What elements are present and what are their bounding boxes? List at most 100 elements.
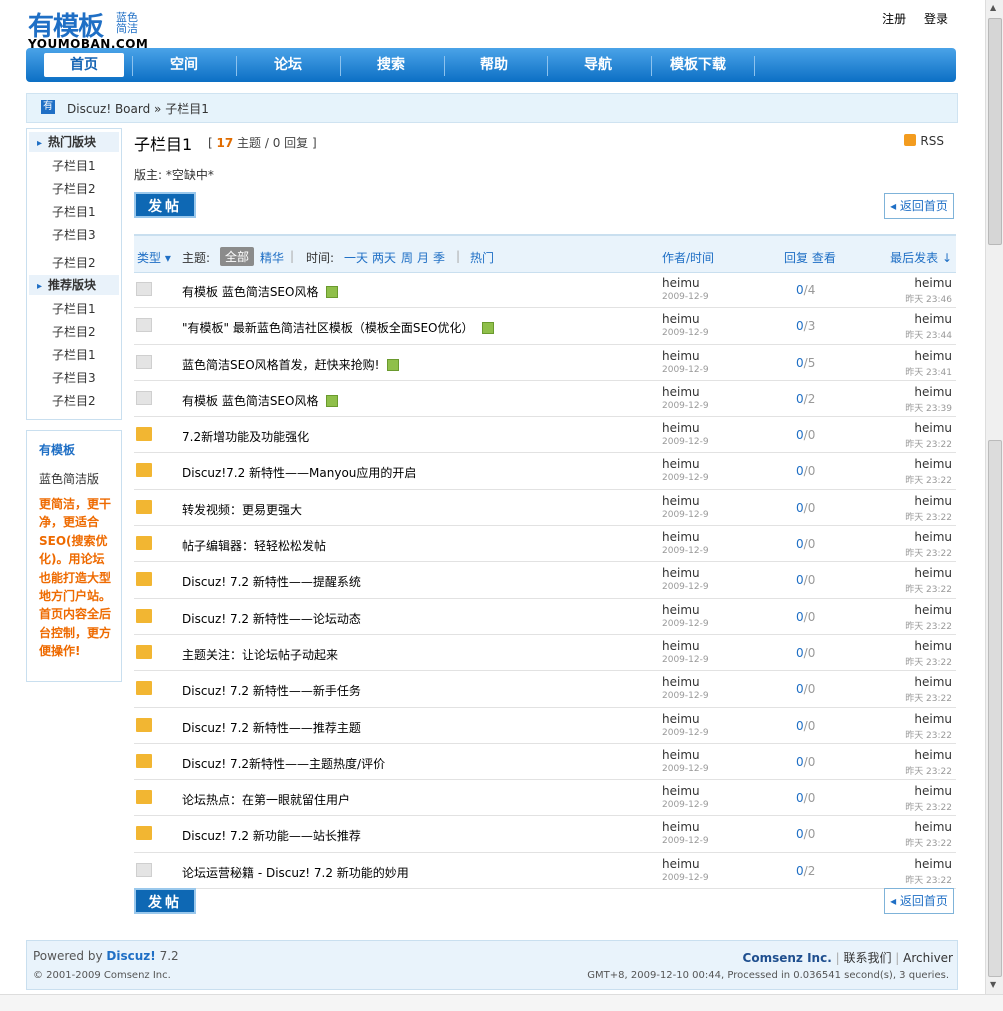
scroll-up-icon[interactable]: ▲ [990,3,996,12]
lastpost-user[interactable]: heimu [914,784,952,798]
thread-author[interactable]: heimu [662,276,700,290]
thread-row[interactable]: Discuz! 7.2 新功能——站长推荐 heimu 2009-12-9 0/0 he… [134,816,956,853]
filter-month[interactable]: 月 [417,249,429,266]
type-filter[interactable]: 类型 ▾ [137,249,171,266]
post-button-bottom[interactable]: 发帖 [134,888,196,914]
post-button[interactable]: 发帖 [134,192,196,218]
lastpost-user[interactable]: heimu [914,748,952,762]
thread-row[interactable]: 论坛热点：在第一眼就留住用户 heimu 2009-12-9 0/0 heimu 昨天 2… [134,780,956,817]
back-home-button[interactable]: ◂ 返回首页 [884,193,954,219]
lastpost-user[interactable]: heimu [914,857,952,871]
thread-author[interactable]: heimu [662,457,700,471]
scroll-thumb[interactable] [988,18,1002,245]
lastpost-time[interactable]: 昨天 23:22 [905,655,952,668]
scroll-down-icon[interactable]: ▼ [990,980,996,989]
thread-author[interactable]: heimu [662,385,700,399]
thread-author[interactable]: heimu [662,820,700,834]
author-col[interactable]: 作者/时间 [662,249,714,266]
nav-space[interactable]: 空间 [144,53,224,77]
lastpost-time[interactable]: 昨天 23:22 [905,764,952,777]
sidebar-item[interactable]: 子栏目2 [27,321,121,344]
lastpost-time[interactable]: 昨天 23:22 [905,836,952,849]
nav-forum[interactable]: 论坛 [248,53,328,77]
thread-title[interactable]: 帖子编辑器：轻轻松松发帖 [182,537,326,554]
lastpost-user[interactable]: heimu [914,349,952,363]
reply-view-col[interactable]: 回复 查看 [784,249,836,266]
thread-row[interactable]: 有模板 蓝色简洁SEO风格 heimu 2009-12-9 0/2 heimu 昨天 23… [134,381,956,418]
sidebar-item[interactable]: 子栏目3 [27,367,121,390]
site-logo[interactable]: 有模板 蓝色简洁 YOUMOBAN.COM [26,4,156,51]
thread-row[interactable]: 转发视频：更易更强大 heimu 2009-12-9 0/0 heimu 昨天 23:22 [134,490,956,527]
lastpost-user[interactable]: heimu [914,712,952,726]
thread-author[interactable]: heimu [662,712,700,726]
thread-author[interactable]: heimu [662,494,700,508]
thread-row[interactable]: Discuz!7.2 新特性——Manyou应用的开启 heimu 2009-12-… [134,453,956,490]
lastpost-user[interactable]: heimu [914,457,952,471]
lastpost-time[interactable]: 昨天 23:22 [905,582,952,595]
thread-author[interactable]: heimu [662,566,700,580]
lastpost-user[interactable]: heimu [914,385,952,399]
nav-help[interactable]: 帮助 [454,53,534,77]
thread-row[interactable]: Discuz! 7.2 新特性——论坛动态 heimu 2009-12-9 0/0 he… [134,599,956,635]
lastpost-time[interactable]: 昨天 23:22 [905,619,952,632]
filter-week[interactable]: 周 [401,249,413,266]
lastpost-user[interactable]: heimu [914,566,952,580]
lastpost-col[interactable]: 最后发表 ↓ [890,249,952,266]
filter-season[interactable]: 季 [433,249,445,266]
thread-title[interactable]: 论坛运营秘籍 - Discuz! 7.2 新功能的妙用 [182,864,409,881]
nav-search[interactable]: 搜索 [351,53,431,77]
thread-title[interactable]: Discuz! 7.2 新特性——推荐主题 [182,719,361,736]
thread-row[interactable]: Discuz! 7.2 新特性——提醒系统 heimu 2009-12-9 0/0 he… [134,562,956,599]
thread-title[interactable]: Discuz! 7.2 新功能——站长推荐 [182,827,361,844]
breadcrumb-text[interactable]: Discuz! Board » 子栏目1 [67,100,209,117]
thread-title[interactable]: 7.2新增功能及功能强化 [182,428,309,445]
thread-author[interactable]: heimu [662,530,700,544]
sidebar-item[interactable]: 子栏目3 [27,224,121,247]
filter-all[interactable]: 全部 [220,247,255,266]
thread-title[interactable]: 主题关注：让论坛帖子动起来 [182,646,338,663]
thread-title[interactable]: 有模板 蓝色简洁SEO风格 [182,283,339,300]
company-link[interactable]: Comsenz Inc. [743,951,832,965]
lastpost-time[interactable]: 昨天 23:22 [905,473,952,486]
lastpost-time[interactable]: 昨天 23:22 [905,873,952,886]
thread-title[interactable]: Discuz! 7.2 新特性——新手任务 [182,682,361,699]
lastpost-time[interactable]: 昨天 23:22 [905,437,952,450]
thread-row[interactable]: 论坛运营秘籍 - Discuz! 7.2 新功能的妙用 heimu 2009-12-… [134,853,956,890]
thread-title[interactable]: Discuz!7.2 新特性——Manyou应用的开启 [182,464,416,481]
lastpost-time[interactable]: 昨天 23:22 [905,728,952,741]
thread-author[interactable]: heimu [662,675,700,689]
filter-hot[interactable]: 热门 [470,249,494,266]
rss-link[interactable]: RSS [904,134,944,148]
lastpost-user[interactable]: heimu [914,820,952,834]
thread-author[interactable]: heimu [662,784,700,798]
lastpost-time[interactable]: 昨天 23:22 [905,510,952,523]
scroll-track-thumb[interactable] [988,440,1002,977]
lastpost-time[interactable]: 昨天 23:46 [905,292,952,305]
thread-row[interactable]: 有模板 蓝色简洁SEO风格 heimu 2009-12-9 0/4 heimu 昨天 23… [134,272,956,309]
lastpost-user[interactable]: heimu [914,603,952,617]
thread-author[interactable]: heimu [662,421,700,435]
thread-title[interactable]: Discuz! 7.2 新特性——论坛动态 [182,610,361,627]
recommended-forums-title[interactable]: 推荐版块 [29,275,119,295]
lastpost-user[interactable]: heimu [914,675,952,689]
sidebar-item[interactable]: 子栏目2 [27,390,121,413]
archiver-link[interactable]: Archiver [903,951,953,965]
thread-row[interactable]: 帖子编辑器：轻轻松松发帖 heimu 2009-12-9 0/0 heimu 昨天 23:… [134,526,956,563]
thread-title[interactable]: 论坛热点：在第一眼就留住用户 [182,791,350,808]
nav-home[interactable]: 首页 [44,53,124,77]
login-link[interactable]: 登录 [924,12,948,26]
vertical-scrollbar[interactable]: ▲ ▼ [985,0,1003,994]
lastpost-time[interactable]: 昨天 23:44 [905,328,952,341]
thread-row[interactable]: Discuz! 7.2新特性——主题热度/评价 heimu 2009-12-9 0/0… [134,744,956,781]
lastpost-user[interactable]: heimu [914,639,952,653]
thread-author[interactable]: heimu [662,639,700,653]
thread-title[interactable]: "有模板" 最新蓝色简洁社区模板（模板全面SEO优化） [182,319,494,336]
lastpost-user[interactable]: heimu [914,312,952,326]
lastpost-time[interactable]: 昨天 23:22 [905,691,952,704]
thread-row[interactable]: 蓝色简洁SEO风格首发，赶快来抢购! heimu 2009-12-9 0/5 heimu… [134,345,956,381]
lastpost-time[interactable]: 昨天 23:39 [905,401,952,414]
sidebar-item[interactable]: 子栏目2 [27,252,121,275]
thread-author[interactable]: heimu [662,748,700,762]
sidebar-item[interactable]: 子栏目1 [27,201,121,224]
lastpost-user[interactable]: heimu [914,530,952,544]
